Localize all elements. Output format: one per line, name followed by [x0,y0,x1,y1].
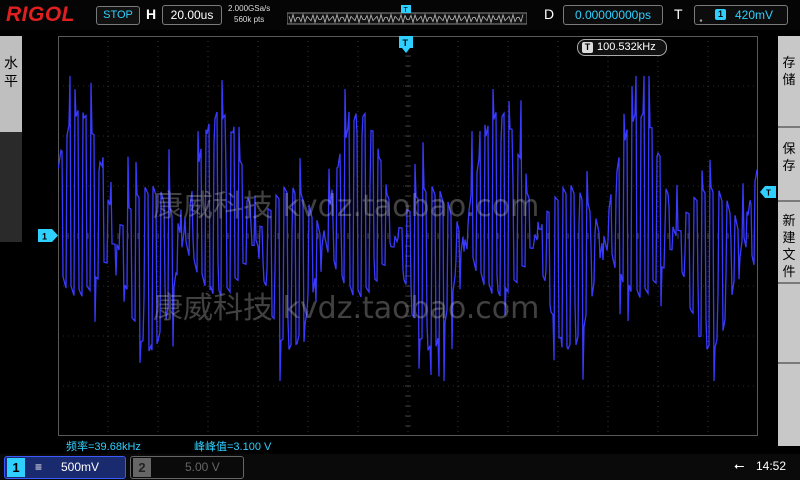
trigger-source-badge: 1 [715,9,726,20]
memory-depth: 560k pts [234,15,265,24]
menu-divider [778,126,800,128]
delay-label: D [544,6,555,22]
brand-logo: RIGOL [6,3,75,26]
svg-text:康威科技 kvdz.taobao.com: 康威科技 kvdz.taobao.com [153,189,539,224]
channel2-scale: 5.00 V [185,460,220,474]
svg-text:T: T [766,189,771,198]
channel2-settings[interactable]: 2 5.00 V [130,456,244,479]
measurement-peak-to-peak: 峰峰值=3.100 V [194,441,272,453]
menu-divider [778,362,800,364]
coupling-icon: ≡ [35,460,43,474]
usb-icon: ⭠ [734,458,745,473]
run-status-badge[interactable]: STOP [96,6,140,25]
delay-value[interactable]: 0.00000000ps [563,5,663,25]
menu-divider [778,200,800,202]
measurement-frequency: 频率=39.68kHz [66,441,141,453]
trigger-position-icon: T [401,5,411,14]
horizontal-label: H [146,6,157,22]
channel2-number: 2 [133,458,151,477]
waveform-display[interactable]: 康威科技 kvdz.taobao.com 康威科技 kvdz.taobao.co… [58,36,758,436]
trigger-settings[interactable]: ˳ 1 420mV [694,5,788,25]
menu-item-storage[interactable]: 存储 [782,54,796,88]
memory-position-bar[interactable]: T [287,5,527,25]
svg-text:康威科技 kvdz.taobao.com: 康威科技 kvdz.taobao.com [153,291,539,326]
menu-divider [778,282,800,284]
counter-marker: T [582,42,593,53]
trigger-level: 420mV [735,8,774,22]
menu-item-new-file[interactable]: 新建文件 [782,212,796,280]
channel1-settings[interactable]: 1 ≡ 500mV [4,456,126,479]
svg-text:1: 1 [42,232,47,242]
trigger-time-marker-icon[interactable]: T [398,36,414,54]
svg-text:T: T [404,7,409,14]
sample-rate: 2.000GSa/s [228,4,271,13]
top-status-bar: RIGOL STOP H 20.00us 2.000GSa/s 560k pts… [0,0,800,30]
timebase-value[interactable]: 20.00us [162,5,222,25]
trigger-level-marker-icon[interactable]: T [760,186,776,198]
channel-status-bar: 1 ≡ 500mV 2 5.00 V ⭠ 14:52 [0,454,800,480]
trigger-label: T [674,6,683,22]
left-menu-area [0,132,22,242]
rising-edge-icon: ˳ [699,8,703,22]
horizontal-menu-tab[interactable]: 水平 [0,36,22,132]
channel1-waveform [58,75,758,382]
horizontal-menu-label: 水平 [4,55,18,89]
system-clock: 14:52 [756,459,787,473]
counter-value: 100.532kHz [597,41,656,53]
svg-text:T: T [403,38,409,48]
channel1-ground-marker-icon[interactable]: 1 [38,229,58,243]
menu-item-save[interactable]: 保存 [782,140,796,174]
acquisition-info: 2.000GSa/s 560k pts [228,3,270,25]
frequency-counter-badge: T 100.532kHz [577,39,667,56]
right-softkey-menu: 存储 保存 新建文件 [778,36,800,446]
channel1-number: 1 [7,458,25,477]
channel1-scale: 500mV [61,460,100,474]
